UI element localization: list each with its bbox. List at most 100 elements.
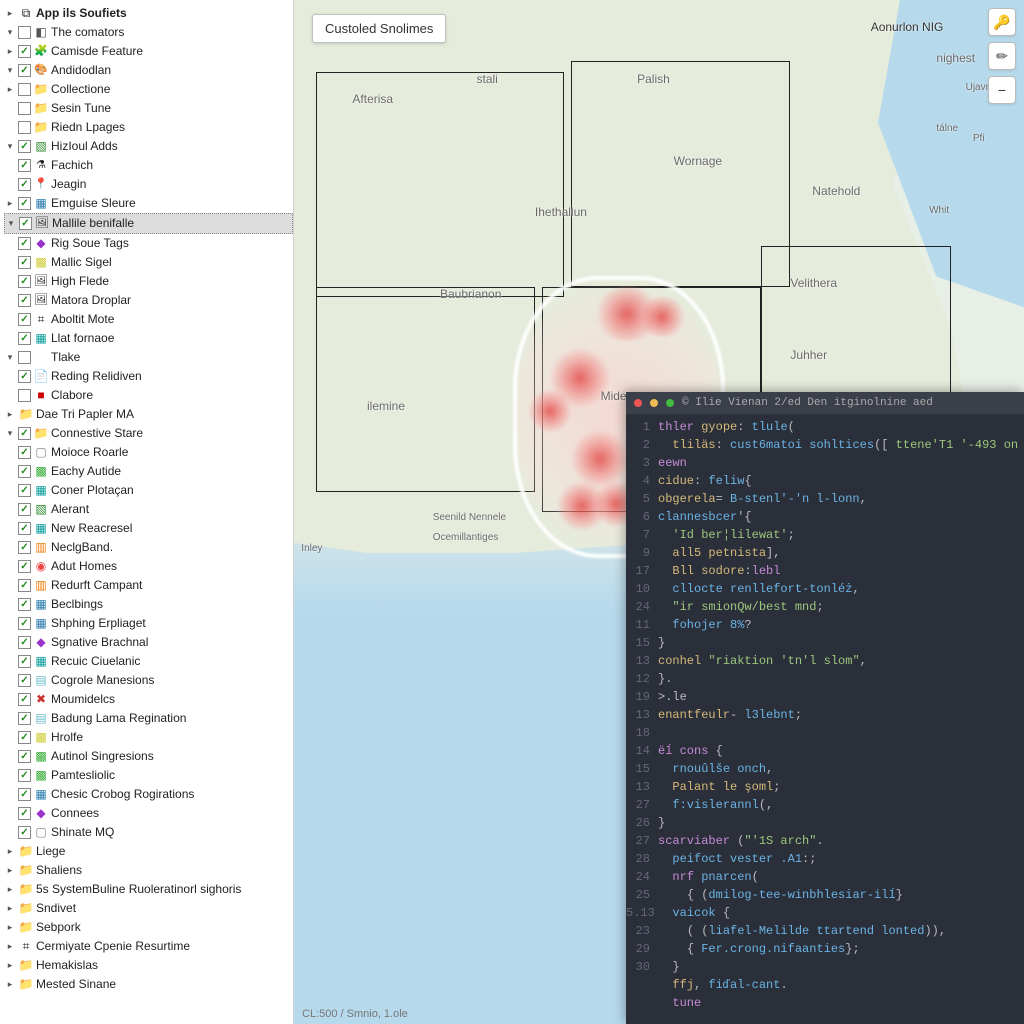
code-line[interactable]: enantfeulr- l3lebnt;	[658, 706, 1024, 724]
code-line[interactable]: vaicok {	[658, 904, 1024, 922]
code-line[interactable]: { (dmilog-tee-winbhlesiar-ilĺ}	[658, 886, 1024, 904]
minimize-icon[interactable]	[650, 399, 658, 407]
tree-item[interactable]: Rig Soue Tags	[4, 234, 293, 253]
tree-item[interactable]: Jeagin	[4, 175, 293, 194]
caret-icon[interactable]: ▾	[4, 141, 16, 153]
layer-checkbox[interactable]	[18, 693, 31, 706]
code-line[interactable]: clannesbcer'{	[658, 508, 1024, 526]
code-line[interactable]: nrf pnarcen(	[658, 868, 1024, 886]
caret-icon[interactable]: ▸	[4, 941, 16, 953]
layer-checkbox[interactable]	[18, 522, 31, 535]
tree-root[interactable]: ▸ App ils Soufiets	[4, 4, 293, 23]
layer-checkbox[interactable]	[18, 159, 31, 172]
tree-item[interactable]: ▾ HizIoul Adds	[4, 137, 293, 156]
tree-item[interactable]: Cogrole Manesions	[4, 671, 293, 690]
layer-checkbox[interactable]	[18, 807, 31, 820]
layer-checkbox[interactable]	[18, 446, 31, 459]
layer-checkbox[interactable]	[18, 731, 31, 744]
tree-item[interactable]: ▸ Mested Sinane	[4, 975, 293, 994]
layer-checkbox[interactable]	[18, 560, 31, 573]
caret-icon[interactable]: ▸	[4, 198, 16, 210]
tree-item[interactable]: ▾ Mallile benifalle	[4, 213, 293, 234]
tree-item[interactable]: Chesic Crobog Rogirations	[4, 785, 293, 804]
tree-item[interactable]: ▸ Camisde Feature	[4, 42, 293, 61]
tree-item[interactable]: ▸ Liege	[4, 842, 293, 861]
tree-item[interactable]: ▸ Hemakislas	[4, 956, 293, 975]
code-line[interactable]: conhel "riaktion 'tn'l slom",	[658, 652, 1024, 670]
tree-item[interactable]: Shphing Erpliaget	[4, 614, 293, 633]
code-line[interactable]: }.	[658, 670, 1024, 688]
tree-item[interactable]: Fachich	[4, 156, 293, 175]
maximize-icon[interactable]	[666, 399, 674, 407]
code-line[interactable]: rnouûlše onch,	[658, 760, 1024, 778]
layer-checkbox[interactable]	[18, 655, 31, 668]
layer-checkbox[interactable]	[18, 598, 31, 611]
layer-checkbox[interactable]	[18, 294, 31, 307]
caret-icon[interactable]: ▸	[4, 903, 16, 915]
tree-item[interactable]: Moumidelcs	[4, 690, 293, 709]
code-line[interactable]: { Fer.crong.nifaanties};	[658, 940, 1024, 958]
tree-item[interactable]: ▾ Connestive Stare	[4, 424, 293, 443]
tree-item[interactable]: ▸ Collectione	[4, 80, 293, 99]
code-line[interactable]: eewn	[658, 454, 1024, 472]
layer-checkbox[interactable]	[18, 826, 31, 839]
tree-item[interactable]: Adut Homes	[4, 557, 293, 576]
code-line[interactable]: obgerela= B-stenl'-'n l-lonn,	[658, 490, 1024, 508]
tool-key-icon[interactable]: 🔑	[988, 8, 1016, 36]
code-line[interactable]: fohojer 8%?	[658, 616, 1024, 634]
code-line[interactable]: peifoct vester .A1:;	[658, 850, 1024, 868]
tree-item[interactable]: ▾ The comators	[4, 23, 293, 42]
tree-item[interactable]: Connees	[4, 804, 293, 823]
layer-checkbox[interactable]	[18, 45, 31, 58]
layer-checkbox[interactable]	[18, 64, 31, 77]
tool-zoom-out-icon[interactable]: −	[988, 76, 1016, 104]
layer-checkbox[interactable]	[18, 788, 31, 801]
layer-checkbox[interactable]	[18, 275, 31, 288]
code-line[interactable]: tliläs: cust6matoi sohltices([ ttene'T1 …	[658, 436, 1024, 454]
caret-icon[interactable]: ▸	[4, 884, 16, 896]
layer-checkbox[interactable]	[18, 140, 31, 153]
layer-checkbox[interactable]	[18, 178, 31, 191]
tree-item[interactable]: Beclbings	[4, 595, 293, 614]
code-line[interactable]: tune	[658, 994, 1024, 1012]
tree-item[interactable]: Sesin Tune	[4, 99, 293, 118]
code-line[interactable]: ffj, fiďal-cant.	[658, 976, 1024, 994]
layer-checkbox[interactable]	[18, 389, 31, 402]
tree-item[interactable]: Eachy Autide	[4, 462, 293, 481]
caret-icon[interactable]: ▸	[4, 846, 16, 858]
tree-item[interactable]: ▸ Dae Tri Papler MA	[4, 405, 293, 424]
tool-pencil-icon[interactable]: ✏	[988, 42, 1016, 70]
code-line[interactable]: }	[658, 814, 1024, 832]
layer-checkbox[interactable]	[18, 26, 31, 39]
tree-item[interactable]: ▾ Andidodlan	[4, 61, 293, 80]
code-line[interactable]	[658, 1012, 1024, 1024]
code-titlebar[interactable]: © Ilie Vienan 2/ed Den itginolnine aed	[626, 392, 1024, 414]
tree-item[interactable]: Sgnative Brachnal	[4, 633, 293, 652]
caret-icon[interactable]: ▾	[4, 27, 16, 39]
tree-item[interactable]: Reding Relidiven	[4, 367, 293, 386]
layer-checkbox[interactable]	[18, 427, 31, 440]
tree-item[interactable]: Recuic Ciuelanic	[4, 652, 293, 671]
code-line[interactable]: ( (liafel-Melilde ttartend lonted)),	[658, 922, 1024, 940]
code-line[interactable]: all5 petnista],	[658, 544, 1024, 562]
layer-checkbox[interactable]	[18, 102, 31, 115]
layer-checkbox[interactable]	[18, 617, 31, 630]
layer-checkbox[interactable]	[18, 313, 31, 326]
tree-item[interactable]: ▸ Cermiyate Cpenie Resurtime	[4, 937, 293, 956]
tree-item[interactable]: Hrolfe	[4, 728, 293, 747]
tree-item[interactable]: Shinate MQ	[4, 823, 293, 842]
code-line[interactable]: Palant le şoml;	[658, 778, 1024, 796]
tree-item[interactable]: Aboltit Mote	[4, 310, 293, 329]
layer-checkbox[interactable]	[18, 769, 31, 782]
caret-icon[interactable]: ▸	[4, 922, 16, 934]
caret-icon[interactable]: ▾	[5, 218, 17, 230]
layer-checkbox[interactable]	[18, 256, 31, 269]
code-line[interactable]: ëĺ cons {	[658, 742, 1024, 760]
tree-item[interactable]: Redurft Campant	[4, 576, 293, 595]
code-line[interactable]: Bll sodore:lebl	[658, 562, 1024, 580]
tree-item[interactable]: Riedn Lpages	[4, 118, 293, 137]
layer-checkbox[interactable]	[18, 712, 31, 725]
caret-icon[interactable]: ▸	[4, 46, 16, 58]
layer-checkbox[interactable]	[18, 370, 31, 383]
tree-item[interactable]: Clabore	[4, 386, 293, 405]
